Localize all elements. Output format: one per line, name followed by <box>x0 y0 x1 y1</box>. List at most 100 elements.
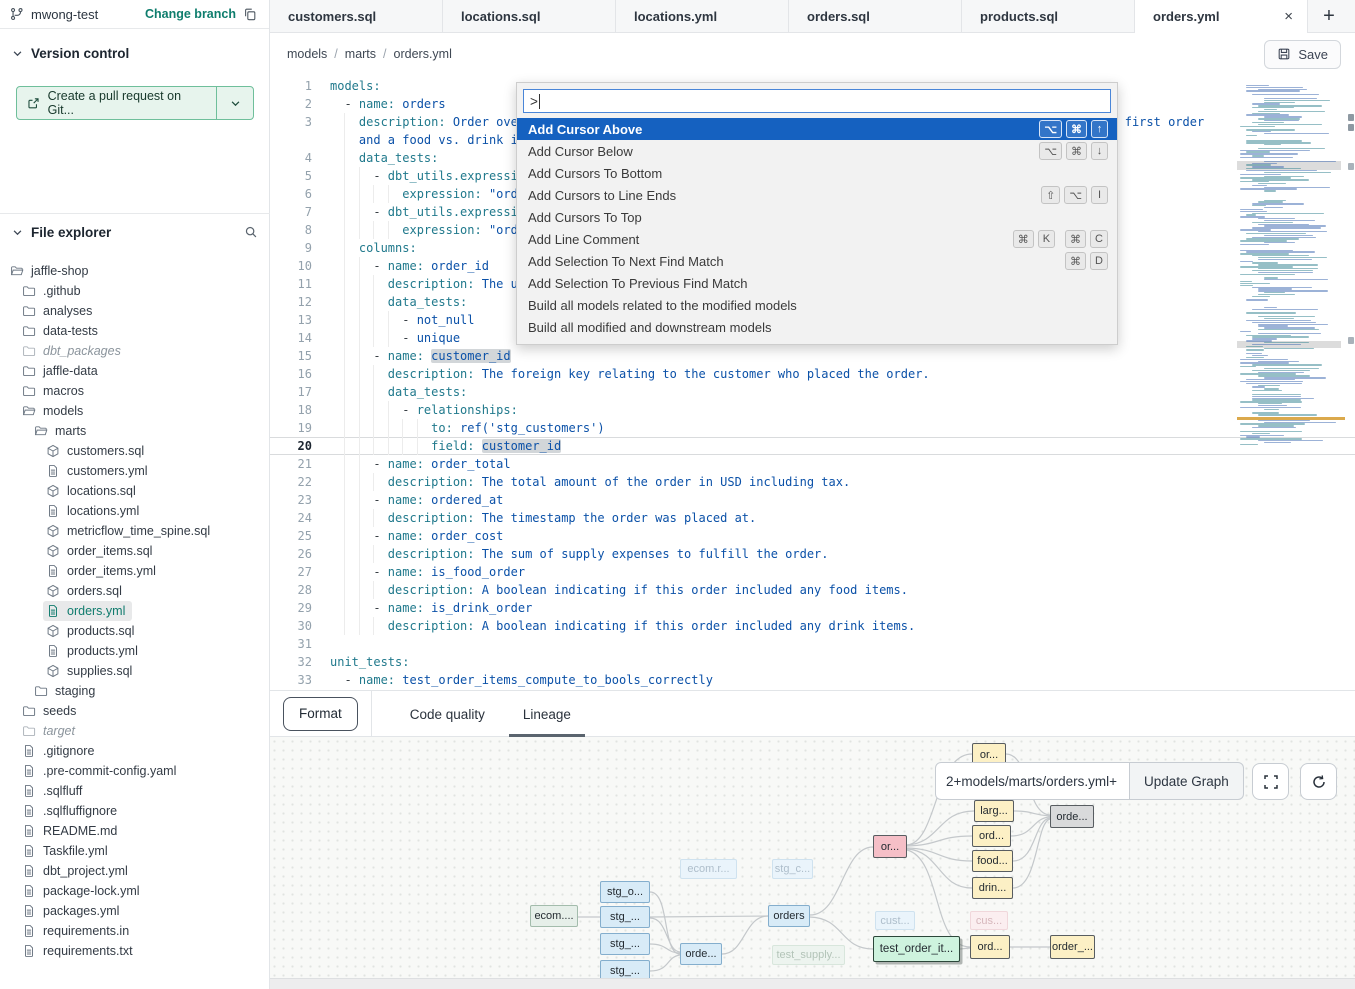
code-line[interactable]: 28 description: A boolean indicating if … <box>270 581 1355 599</box>
code-line[interactable]: 15 - name: customer_id <box>270 347 1355 365</box>
palette-item[interactable]: Add Cursors To Bottom <box>517 162 1117 184</box>
palette-item[interactable]: Add Cursors to Line Ends⇧⌥I <box>517 184 1117 206</box>
code-line[interactable]: 17 data_tests: <box>270 383 1355 401</box>
graph-node[interactable]: ecom.... <box>530 905 578 927</box>
code-line[interactable]: 29 - name: is_drink_order <box>270 599 1355 617</box>
file-tree-item[interactable]: products.yml <box>0 641 270 661</box>
file-tree-item[interactable]: orders.yml <box>0 601 270 621</box>
version-control-header[interactable]: Version control <box>0 43 269 63</box>
create-pr-button-main[interactable]: Create a pull request on Git... <box>17 87 217 119</box>
file-tree-item[interactable]: macros <box>0 381 270 401</box>
new-tab-button[interactable]: + <box>1308 0 1350 32</box>
file-tree-item[interactable]: models <box>0 401 270 421</box>
code-line[interactable]: 31 <box>270 635 1355 653</box>
palette-item[interactable]: Add Line Comment⌘K⌘C <box>517 228 1117 250</box>
file-tree-item[interactable]: package-lock.yml <box>0 881 270 901</box>
file-tree-item[interactable]: .github <box>0 281 270 301</box>
file-tree-item[interactable]: jaffle-data <box>0 361 270 381</box>
file-tree-item[interactable]: .pre-commit-config.yaml <box>0 761 270 781</box>
graph-node[interactable]: orders <box>768 905 810 927</box>
graph-node[interactable]: orde... <box>1050 805 1094 828</box>
breadcrumb-part[interactable]: models <box>287 47 327 61</box>
code-line[interactable]: 30 description: A boolean indicating if … <box>270 617 1355 635</box>
tab-locations-yml[interactable]: locations.yml <box>616 0 789 32</box>
code-line[interactable]: 24 description: The timestamp the order … <box>270 509 1355 527</box>
format-button[interactable]: Format <box>283 697 358 731</box>
update-graph-button[interactable]: Update Graph <box>1130 762 1244 800</box>
file-explorer-header[interactable]: File explorer <box>0 222 270 242</box>
copy-icon[interactable] <box>243 7 257 21</box>
lineage-scrollbar-track[interactable] <box>270 978 1355 989</box>
file-tree-item[interactable]: staging <box>0 681 270 701</box>
tab-customers-sql[interactable]: customers.sql <box>270 0 443 32</box>
create-pr-dropdown-toggle[interactable] <box>217 87 253 119</box>
code-line[interactable]: 25 - name: order_cost <box>270 527 1355 545</box>
file-tree-item[interactable]: dbt_project.yml <box>0 861 270 881</box>
tab-locations-sql[interactable]: locations.sql <box>443 0 616 32</box>
graph-node[interactable]: cus... <box>970 911 1008 930</box>
lineage-selector-input[interactable]: 2+models/marts/orders.yml+ <box>935 762 1130 800</box>
graph-node[interactable]: or... <box>873 835 907 858</box>
code-line[interactable]: 32unit_tests: <box>270 653 1355 671</box>
palette-item[interactable]: Add Cursor Below⌥⌘↓ <box>517 140 1117 162</box>
code-line[interactable]: 33 - name: test_order_items_compute_to_b… <box>270 671 1355 689</box>
panel-tab-code-quality[interactable]: Code quality <box>410 691 485 737</box>
palette-item[interactable]: Add Selection To Previous Find Match <box>517 272 1117 294</box>
palette-item[interactable]: Add Cursor Above⌥⌘↑ <box>517 118 1117 140</box>
code-line[interactable]: 22 description: The total amount of the … <box>270 473 1355 491</box>
graph-node[interactable]: larg... <box>974 800 1014 822</box>
file-tree-item[interactable]: target <box>0 721 270 741</box>
file-tree-item[interactable]: customers.yml <box>0 461 270 481</box>
breadcrumb-part[interactable]: orders.yml <box>394 47 452 61</box>
file-tree-item[interactable]: requirements.in <box>0 921 270 941</box>
graph-node[interactable]: cust... <box>875 911 915 930</box>
file-tree-item[interactable]: orders.sql <box>0 581 270 601</box>
file-tree-item[interactable]: order_items.yml <box>0 561 270 581</box>
panel-tab-lineage[interactable]: Lineage <box>523 691 571 737</box>
graph-node[interactable]: test_supply... <box>772 945 845 965</box>
close-tab-icon[interactable]: × <box>1280 8 1297 25</box>
file-tree-item[interactable]: marts <box>0 421 270 441</box>
file-tree-item[interactable]: jaffle-shop <box>0 261 270 281</box>
file-tree-item[interactable]: .sqlfluff <box>0 781 270 801</box>
file-tree-item[interactable]: .gitignore <box>0 741 270 761</box>
tab-orders-sql[interactable]: orders.sql <box>789 0 962 32</box>
code-line[interactable]: 21 - name: order_total <box>270 455 1355 473</box>
graph-node[interactable]: drin... <box>972 877 1013 899</box>
file-tree-item[interactable]: Taskfile.yml <box>0 841 270 861</box>
file-tree-item[interactable]: data-tests <box>0 321 270 341</box>
file-tree-item[interactable]: locations.yml <box>0 501 270 521</box>
search-icon[interactable] <box>244 225 258 239</box>
file-tree-item[interactable]: products.sql <box>0 621 270 641</box>
code-line[interactable]: 16 description: The foreign key relating… <box>270 365 1355 383</box>
code-line[interactable]: 18 - relationships: <box>270 401 1355 419</box>
change-branch-link[interactable]: Change branch <box>145 7 236 21</box>
file-tree-item[interactable]: dbt_packages <box>0 341 270 361</box>
file-tree-item[interactable]: locations.sql <box>0 481 270 501</box>
file-tree-item[interactable]: requirements.txt <box>0 941 270 961</box>
palette-item[interactable]: Add Selection To Next Find Match⌘D <box>517 250 1117 272</box>
code-line[interactable]: 19 to: ref('stg_customers') <box>270 419 1355 437</box>
file-tree-item[interactable]: README.md <box>0 821 270 841</box>
graph-node[interactable]: ecom.r... <box>680 859 737 879</box>
code-line[interactable]: 27 - name: is_food_order <box>270 563 1355 581</box>
graph-node[interactable]: test_order_it... <box>873 936 960 962</box>
editor-scrollbar[interactable] <box>1348 75 1354 689</box>
minimap[interactable] <box>1237 83 1347 453</box>
file-tree-item[interactable]: seeds <box>0 701 270 721</box>
palette-item[interactable]: Add Cursors To Top <box>517 206 1117 228</box>
breadcrumb-part[interactable]: marts <box>345 47 376 61</box>
file-tree-item[interactable]: metricflow_time_spine.sql <box>0 521 270 541</box>
graph-node[interactable]: stg_o... <box>600 881 650 903</box>
graph-node[interactable]: food... <box>972 850 1013 872</box>
file-tree-item[interactable]: customers.sql <box>0 441 270 461</box>
fullscreen-button[interactable] <box>1252 763 1289 800</box>
file-tree-item[interactable]: analyses <box>0 301 270 321</box>
graph-node[interactable]: stg_... <box>600 906 650 928</box>
graph-node[interactable]: stg_c... <box>772 859 813 879</box>
graph-node[interactable]: order_... <box>1050 935 1095 959</box>
graph-node[interactable]: stg_... <box>600 960 650 978</box>
save-button[interactable]: Save <box>1264 40 1341 69</box>
command-palette-input[interactable]: > <box>523 89 1111 113</box>
file-tree-item[interactable]: order_items.sql <box>0 541 270 561</box>
